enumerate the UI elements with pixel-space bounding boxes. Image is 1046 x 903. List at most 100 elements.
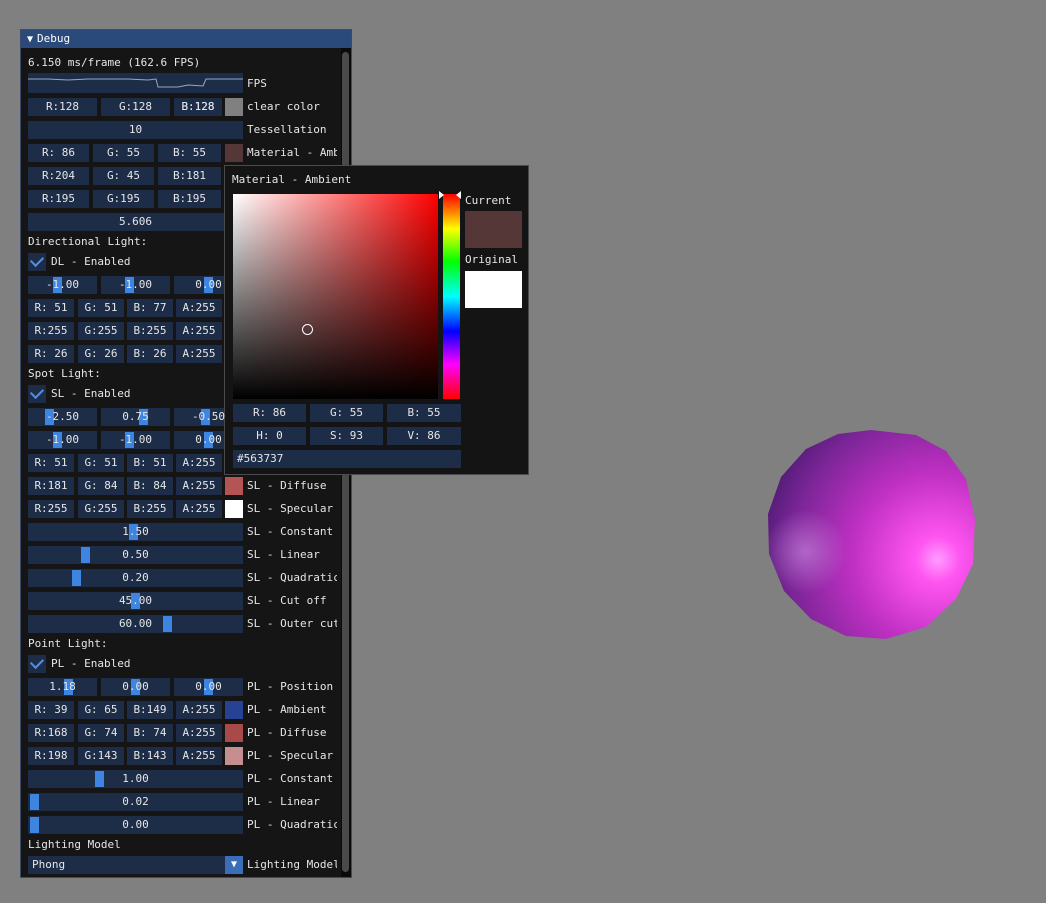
dl-specular-g[interactable]: G: 26 — [78, 345, 124, 363]
mat-diffuse-b[interactable]: B:181 — [158, 167, 221, 185]
sl-ambient-a[interactable]: A:255 — [176, 454, 222, 472]
dl-direction-x[interactable]: -1.00 — [28, 276, 97, 294]
picker-s-input[interactable]: S: 93 — [310, 427, 383, 445]
hue-bar[interactable] — [443, 194, 460, 399]
mat-specular-b[interactable]: B:195 — [158, 190, 221, 208]
dl-diffuse-b[interactable]: B:255 — [127, 322, 173, 340]
dl-diffuse-g[interactable]: G:255 — [78, 322, 124, 340]
shininess-input[interactable]: 5.606 — [28, 213, 243, 231]
sl-position-y[interactable]: 0.75 — [101, 408, 170, 426]
dl-ambient-r[interactable]: R: 51 — [28, 299, 74, 317]
pl-ambient-a[interactable]: A:255 — [176, 701, 222, 719]
dl-enabled-checkbox[interactable] — [28, 252, 46, 271]
pl-specular-r[interactable]: R:198 — [28, 747, 74, 765]
pl-diffuse-swatch[interactable] — [225, 724, 243, 742]
sl-constant-label: SL - Constant — [247, 525, 334, 538]
dl-ambient-b[interactable]: B: 77 — [127, 299, 173, 317]
sl-diffuse-r[interactable]: R:181 — [28, 477, 74, 495]
sl-specular-r[interactable]: R:255 — [28, 500, 74, 518]
saturation-value-square[interactable] — [233, 194, 438, 399]
sl-quadratic-slider[interactable]: 0.20 — [28, 569, 243, 587]
pl-specular-a[interactable]: A:255 — [176, 747, 222, 765]
pl-diffuse-b[interactable]: B: 74 — [127, 724, 173, 742]
dl-diffuse-a[interactable]: A:255 — [176, 322, 222, 340]
window-title: Debug — [37, 32, 71, 45]
picker-g-input[interactable]: G: 55 — [310, 404, 383, 422]
dl-specular-b[interactable]: B: 26 — [127, 345, 173, 363]
mat-ambient-swatch[interactable] — [225, 144, 243, 162]
sl-cutoff-slider[interactable]: 45.00 — [28, 592, 243, 610]
sl-quadratic-label: SL - Quadratic — [247, 571, 337, 584]
sl-specular-b[interactable]: B:255 — [127, 500, 173, 518]
pl-position-z[interactable]: 0.00 — [174, 678, 243, 696]
sl-diffuse-swatch[interactable] — [225, 477, 243, 495]
pl-enabled-checkbox[interactable] — [28, 654, 46, 673]
clear-color-swatch[interactable] — [225, 98, 243, 116]
dl-ambient-g[interactable]: G: 51 — [78, 299, 124, 317]
window-titlebar[interactable]: ▼ Debug — [21, 30, 351, 48]
clear-color-b-field[interactable]: B:128 — [174, 98, 222, 116]
pl-constant-slider[interactable]: 1.00 — [28, 770, 243, 788]
pl-specular-swatch[interactable] — [225, 747, 243, 765]
pl-quadratic-slider[interactable]: 0.00 — [28, 816, 243, 834]
mat-diffuse-r[interactable]: R:204 — [28, 167, 89, 185]
sv-cursor-icon[interactable] — [302, 324, 313, 335]
pl-ambient-b[interactable]: B:149 — [127, 701, 173, 719]
sl-ambient-r[interactable]: R: 51 — [28, 454, 74, 472]
pl-linear-slider[interactable]: 0.02 — [28, 793, 243, 811]
picker-hex-input[interactable]: #563737 — [233, 450, 461, 468]
pl-position-x[interactable]: 1.18 — [28, 678, 97, 696]
dl-diffuse-r[interactable]: R:255 — [28, 322, 74, 340]
sl-specular-swatch[interactable] — [225, 500, 243, 518]
pl-ambient-g[interactable]: G: 65 — [78, 701, 124, 719]
sl-diffuse-a[interactable]: A:255 — [176, 477, 222, 495]
pl-ambient-label: PL - Ambient — [247, 703, 327, 716]
picker-b-input[interactable]: B: 55 — [387, 404, 461, 422]
sl-diffuse-b[interactable]: B: 84 — [127, 477, 173, 495]
pl-position-y[interactable]: 0.00 — [101, 678, 170, 696]
clear-color-r[interactable]: R:128 — [28, 98, 97, 116]
mat-diffuse-g[interactable]: G: 45 — [93, 167, 154, 185]
pl-ambient-r[interactable]: R: 39 — [28, 701, 74, 719]
sl-position-x[interactable]: -2.50 — [28, 408, 97, 426]
dl-specular-a[interactable]: A:255 — [176, 345, 222, 363]
mat-ambient-r[interactable]: R: 86 — [28, 144, 89, 162]
clear-color-g[interactable]: G:128 — [101, 98, 170, 116]
picker-v-input[interactable]: V: 86 — [387, 427, 461, 445]
mat-specular-r[interactable]: R:195 — [28, 190, 89, 208]
mat-ambient-b[interactable]: B: 55 — [158, 144, 221, 162]
pl-specular-b[interactable]: B:143 — [127, 747, 173, 765]
picker-r-input[interactable]: R: 86 — [233, 404, 306, 422]
pl-specular-g[interactable]: G:143 — [78, 747, 124, 765]
pl-diffuse-label: PL - Diffuse — [247, 726, 327, 739]
pl-ambient-swatch[interactable] — [225, 701, 243, 719]
tessellation-input[interactable]: 10 — [28, 121, 243, 139]
sl-outer-cutoff-slider[interactable]: 60.00 — [28, 615, 243, 633]
sl-ambient-b[interactable]: B: 51 — [127, 454, 173, 472]
dl-direction-y[interactable]: -1.00 — [101, 276, 170, 294]
lighting-model-combo[interactable]: Phong — [28, 856, 225, 874]
dl-specular-r[interactable]: R: 26 — [28, 345, 74, 363]
sl-enabled-checkbox[interactable] — [28, 384, 46, 403]
sl-linear-slider[interactable]: 0.50 — [28, 546, 243, 564]
pl-diffuse-a[interactable]: A:255 — [176, 724, 222, 742]
dl-ambient-a[interactable]: A:255 — [176, 299, 222, 317]
fps-label: FPS — [247, 77, 267, 90]
pl-diffuse-r[interactable]: R:168 — [28, 724, 74, 742]
sl-ambient-g[interactable]: G: 51 — [78, 454, 124, 472]
dl-enabled-label: DL - Enabled — [51, 255, 131, 268]
sl-specular-g[interactable]: G:255 — [78, 500, 124, 518]
sl-direction-x[interactable]: -1.00 — [28, 431, 97, 449]
collapse-triangle-icon[interactable]: ▼ — [27, 31, 33, 49]
mat-specular-g[interactable]: G:195 — [93, 190, 154, 208]
fps-plot[interactable] — [28, 73, 243, 93]
sl-diffuse-g[interactable]: G: 84 — [78, 477, 124, 495]
mat-ambient-g[interactable]: G: 55 — [93, 144, 154, 162]
combo-arrow-icon[interactable]: ▼ — [225, 856, 243, 874]
sl-constant-slider[interactable]: 1.50 — [28, 523, 243, 541]
picker-h-input[interactable]: H: 0 — [233, 427, 306, 445]
sl-direction-y[interactable]: -1.00 — [101, 431, 170, 449]
original-color-swatch[interactable] — [465, 271, 522, 308]
pl-diffuse-g[interactable]: G: 74 — [78, 724, 124, 742]
sl-specular-a[interactable]: A:255 — [176, 500, 222, 518]
